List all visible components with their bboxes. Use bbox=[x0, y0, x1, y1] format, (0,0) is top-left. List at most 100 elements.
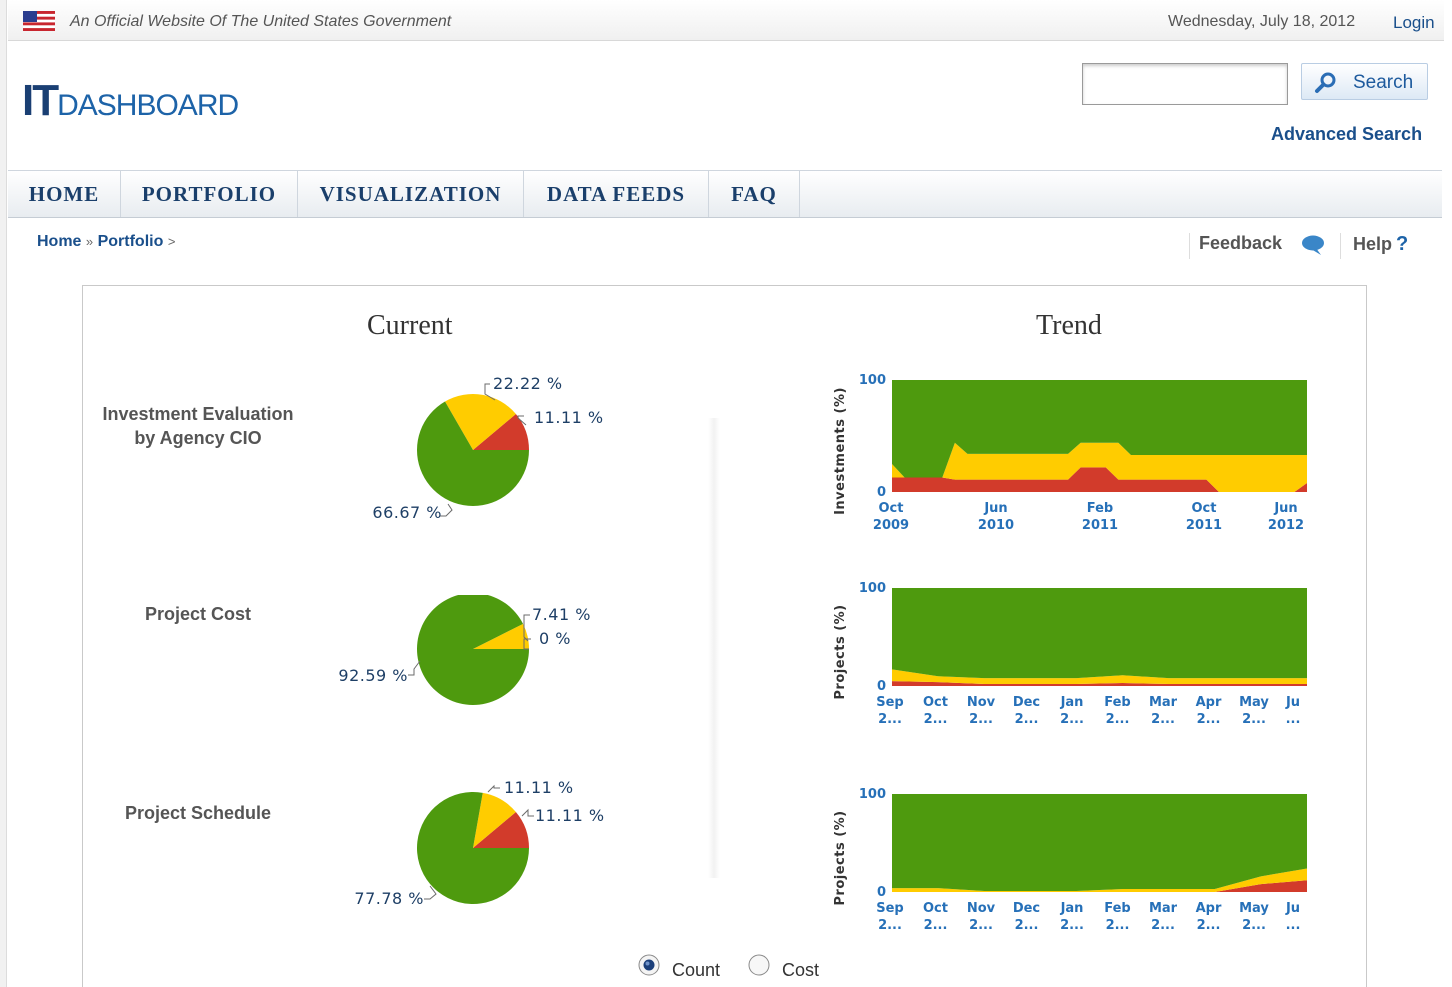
x-tick-label: 2010 bbox=[978, 518, 1014, 533]
feedback-label: Feedback bbox=[1199, 233, 1283, 253]
official-website-text: An Official Website Of The United States… bbox=[70, 13, 452, 30]
breadcrumb-home[interactable]: Home bbox=[37, 233, 81, 250]
advanced-search-link[interactable]: Advanced Search bbox=[1271, 124, 1422, 145]
x-tick-label: 2... bbox=[924, 712, 948, 727]
pie-chart-investment-evaluation[interactable]: 22.22 % 11.11 % 66.67 % bbox=[330, 370, 630, 530]
x-tick-label: 2012 bbox=[1268, 518, 1304, 533]
x-tick-label: 2... bbox=[1060, 712, 1084, 727]
cost-radio-label: Cost bbox=[782, 960, 820, 980]
nav-visualization[interactable]: VISUALIZATION bbox=[298, 171, 524, 217]
x-tick-label: ... bbox=[1286, 918, 1301, 933]
x-tick-label: Nov bbox=[967, 901, 996, 916]
row-label-line: Project Cost bbox=[144, 604, 252, 624]
nav-data-feeds[interactable]: DATA FEEDS bbox=[524, 171, 709, 217]
x-tick-label: May bbox=[1239, 695, 1269, 710]
pie-slice-label: 92.59 % bbox=[338, 666, 408, 685]
current-date: Wednesday, July 18, 2012 bbox=[1168, 13, 1356, 30]
pie-slice-label: 66.67 % bbox=[372, 503, 442, 522]
area-series-green bbox=[892, 794, 1307, 892]
x-tick-label: Feb bbox=[1087, 501, 1113, 516]
speech-bubble-icon bbox=[1302, 235, 1324, 255]
it-dashboard-logo[interactable]: ITDASHBOARD bbox=[22, 76, 239, 125]
x-tick-label: 2... bbox=[1151, 712, 1175, 727]
x-tick-label: Oct bbox=[879, 501, 904, 516]
feedback-link[interactable]: Feedback bbox=[1189, 233, 1324, 259]
count-radio-label: Count bbox=[672, 960, 721, 980]
login-link[interactable]: Login bbox=[1393, 13, 1435, 33]
help-link[interactable]: Help? bbox=[1340, 233, 1408, 259]
y-tick-label: 0 bbox=[877, 885, 886, 900]
x-tick-label: Apr bbox=[1196, 695, 1222, 710]
y-axis-label: Projects (%) bbox=[833, 810, 848, 905]
radio-unselected-icon bbox=[748, 954, 770, 976]
page-left-border bbox=[0, 0, 7, 987]
x-tick-label: Dec bbox=[1013, 695, 1040, 710]
x-tick-label: Oct bbox=[923, 901, 948, 916]
search-input[interactable] bbox=[1082, 63, 1288, 105]
pie-slice-label: 77.78 % bbox=[354, 889, 424, 908]
pie-leader-line bbox=[408, 660, 421, 676]
x-tick-label: 2... bbox=[878, 918, 902, 933]
magnifier-icon bbox=[1315, 72, 1336, 93]
pie-slice-green bbox=[417, 595, 529, 705]
row-label-line: by Agency CIO bbox=[134, 428, 262, 448]
pie-slice-label: 11.11 % bbox=[535, 806, 605, 825]
x-tick-label: 2... bbox=[1106, 918, 1130, 933]
nav-faq[interactable]: FAQ bbox=[709, 171, 800, 217]
row-label-project-cost: Project Cost bbox=[78, 602, 318, 626]
logo-it-text: IT bbox=[22, 76, 59, 125]
row-label-line: Project Schedule bbox=[124, 803, 272, 823]
x-tick-label: 2... bbox=[1197, 918, 1221, 933]
pie-slice-label: 11.11 % bbox=[504, 778, 574, 797]
breadcrumb-portfolio[interactable]: Portfolio bbox=[98, 233, 164, 250]
official-banner: An Official Website Of The United States… bbox=[8, 0, 1444, 41]
x-tick-label: Mar bbox=[1149, 901, 1178, 916]
x-tick-label: May bbox=[1239, 901, 1269, 916]
us-flag-icon bbox=[23, 11, 55, 31]
y-axis-label: Projects (%) bbox=[833, 604, 848, 699]
nav-home[interactable]: HOME bbox=[8, 171, 121, 217]
nav-portfolio[interactable]: PORTFOLIO bbox=[121, 171, 298, 217]
x-tick-label: 2009 bbox=[873, 518, 909, 533]
question-mark-icon: ? bbox=[1396, 233, 1409, 255]
y-tick-label: 100 bbox=[859, 787, 886, 802]
x-tick-label: 2... bbox=[1151, 918, 1175, 933]
area-series-green bbox=[892, 588, 1307, 679]
x-tick-label: 2... bbox=[1106, 712, 1130, 727]
y-tick-label: 100 bbox=[859, 373, 886, 388]
x-tick-label: 2011 bbox=[1082, 518, 1118, 533]
row-label-project-schedule: Project Schedule bbox=[78, 801, 318, 825]
search-button[interactable]: Search bbox=[1301, 63, 1428, 100]
row-label-investment-evaluation: Investment Evaluation by Agency CIO bbox=[78, 402, 318, 450]
pie-leader-line bbox=[487, 784, 500, 793]
breadcrumb-separator: » bbox=[85, 234, 94, 249]
x-tick-label: Dec bbox=[1013, 901, 1040, 916]
pie-chart-project-schedule[interactable]: 11.11 % 11.11 % 77.78 % bbox=[330, 772, 630, 917]
y-tick-label: 0 bbox=[877, 485, 886, 500]
y-axis-label: Investments (%) bbox=[833, 387, 848, 515]
x-tick-label: Oct bbox=[923, 695, 948, 710]
pie-slice-label: 11.11 % bbox=[534, 408, 604, 427]
x-tick-label: Jun bbox=[1273, 501, 1297, 516]
x-tick-label: Feb bbox=[1104, 695, 1130, 710]
trend-chart-investments[interactable]: 100 0 Investments (%) Oct 2009 Jun 2010 Feb 2011… bbox=[828, 370, 1318, 535]
search-button-label: Search bbox=[1353, 72, 1414, 93]
x-tick-label: Sep bbox=[876, 901, 904, 916]
x-tick-label: 2... bbox=[878, 712, 902, 727]
main-nav: HOME PORTFOLIO VISUALIZATION DATA FEEDS … bbox=[8, 170, 1442, 218]
x-tick-label: ... bbox=[1286, 712, 1301, 727]
trend-chart-project-cost[interactable]: 100 0 Projects (%) Sep 2... Oct 2... Nov 2... Dec… bbox=[828, 578, 1318, 728]
pie-slice-label: 7.41 % bbox=[532, 605, 591, 624]
x-tick-label: Ju bbox=[1285, 695, 1300, 710]
pie-chart-project-cost[interactable]: 7.41 % 0 % 92.59 % bbox=[330, 595, 630, 715]
logo-dashboard-text: DASHBOARD bbox=[57, 89, 239, 122]
x-tick-label: 2... bbox=[924, 918, 948, 933]
trend-section-title: Trend bbox=[1036, 310, 1102, 341]
panel-divider bbox=[708, 418, 720, 878]
breadcrumb-separator: > bbox=[167, 234, 176, 249]
trend-chart-project-schedule[interactable]: 100 0 Projects (%) Sep 2... Oct 2... Nov 2... Dec… bbox=[828, 784, 1318, 934]
x-tick-label: 2011 bbox=[1186, 518, 1222, 533]
x-tick-label: Jun bbox=[983, 501, 1007, 516]
x-tick-label: Nov bbox=[967, 695, 996, 710]
y-tick-label: 100 bbox=[859, 581, 886, 596]
